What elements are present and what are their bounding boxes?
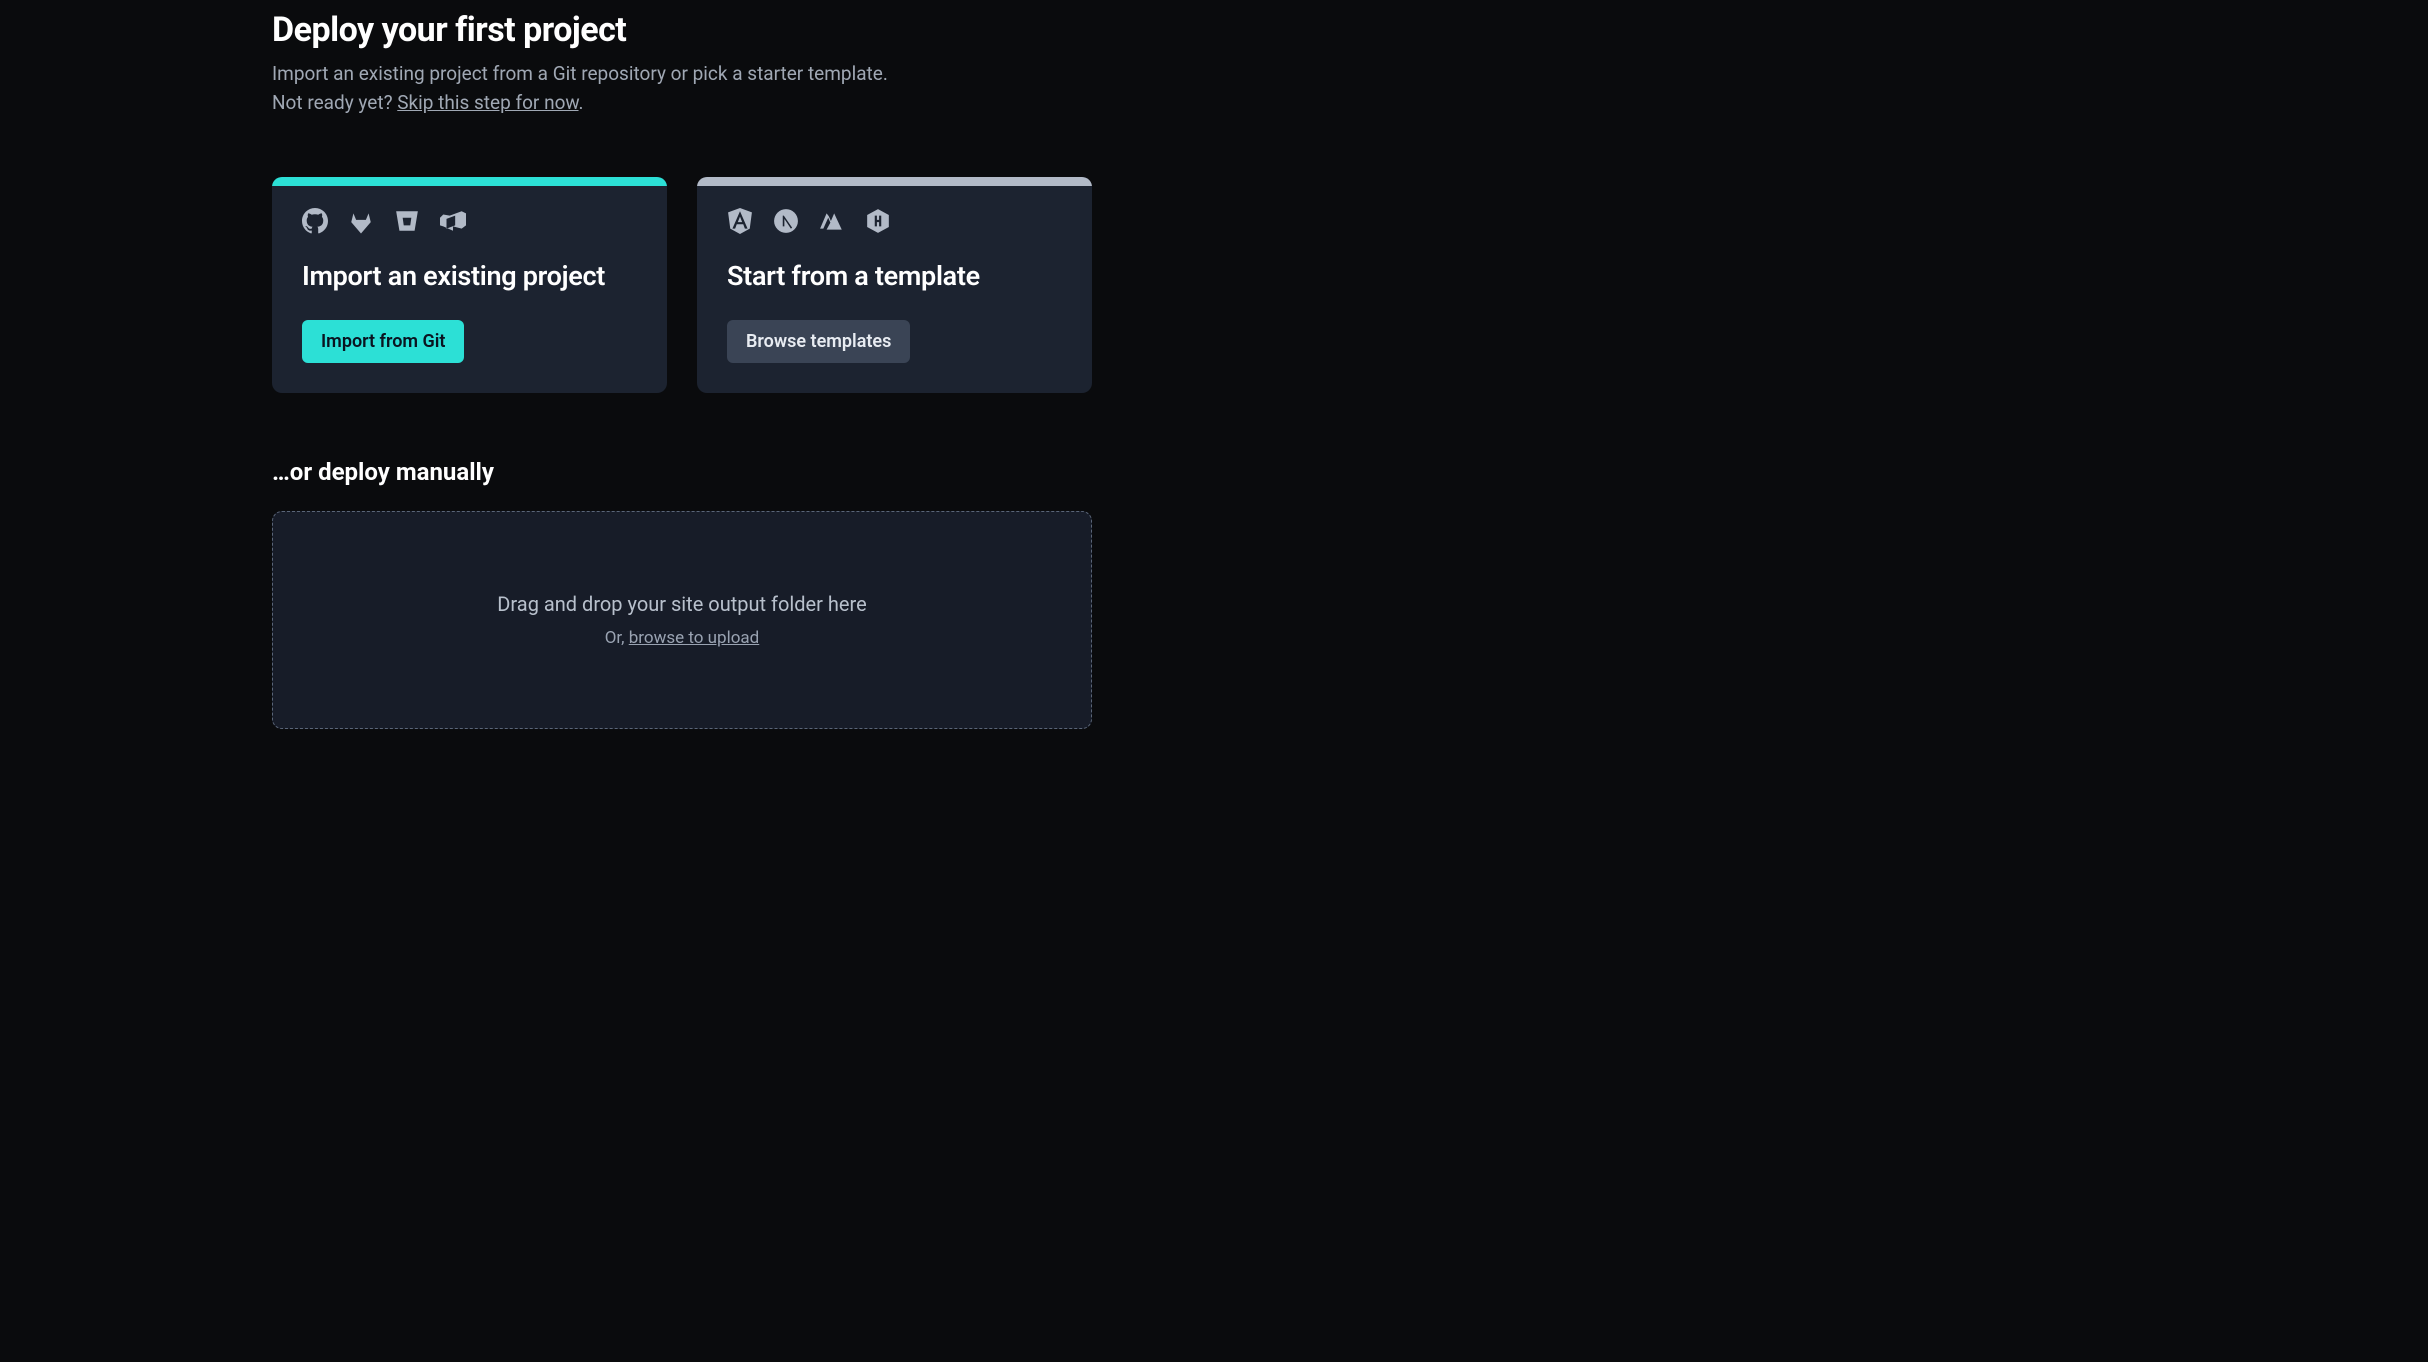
import-card-title: Import an existing project: [302, 260, 637, 292]
angular-icon: [727, 208, 753, 238]
import-card: Import an existing project Import from G…: [272, 177, 667, 393]
gitlab-icon: [348, 208, 374, 238]
page-title: Deploy your first project: [272, 10, 1092, 50]
framework-icons: [727, 208, 1062, 238]
card-accent-import: [272, 177, 667, 186]
template-card-title: Start from a template: [727, 260, 1062, 292]
nextjs-icon: [773, 208, 799, 238]
browse-templates-button[interactable]: Browse templates: [727, 320, 910, 363]
template-card: Start from a template Browse templates: [697, 177, 1092, 393]
hugo-icon: [865, 208, 891, 238]
github-icon: [302, 208, 328, 238]
manual-section-title: …or deploy manually: [272, 458, 1092, 486]
bitbucket-icon: [394, 208, 420, 238]
period: .: [579, 91, 584, 114]
not-ready-text: Not ready yet?: [272, 91, 397, 114]
dropzone-subtitle: Or, browse to upload: [293, 628, 1071, 648]
dropzone[interactable]: Drag and drop your site output folder he…: [272, 511, 1092, 729]
dropzone-title: Drag and drop your site output folder he…: [293, 592, 1071, 616]
page-subtitle: Import an existing project from a Git re…: [272, 60, 1092, 117]
azure-devops-icon: [440, 208, 466, 238]
nuxt-icon: [819, 208, 845, 238]
git-provider-icons: [302, 208, 637, 238]
subtitle-text: Import an existing project from a Git re…: [272, 62, 888, 85]
import-from-git-button[interactable]: Import from Git: [302, 320, 464, 363]
or-prefix: Or,: [605, 628, 629, 648]
skip-link[interactable]: Skip this step for now: [397, 91, 578, 114]
card-accent-template: [697, 177, 1092, 186]
browse-upload-link[interactable]: browse to upload: [629, 628, 760, 648]
